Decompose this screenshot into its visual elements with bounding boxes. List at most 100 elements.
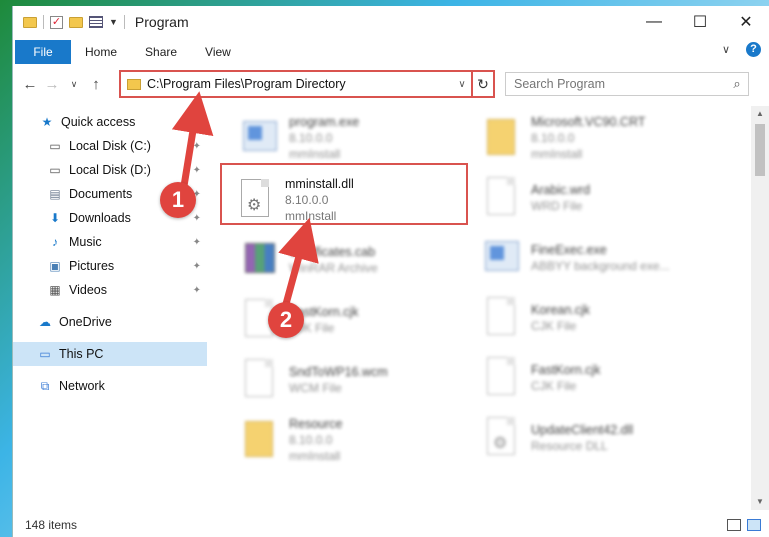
customize-dropdown-icon[interactable]: ▼ <box>109 17 118 27</box>
file-name: Microsoft.VC90.CRT <box>531 115 646 129</box>
file-name: FineExec.exe <box>531 243 607 257</box>
expand-ribbon-icon[interactable]: ∨ <box>722 43 730 56</box>
nav-label: Network <box>59 379 105 393</box>
file-name: Resource <box>289 417 343 431</box>
up-arrow-icon[interactable]: ↑ <box>85 76 107 93</box>
file-name: Korean.cjk <box>531 303 591 317</box>
file-item[interactable]: ⚙ UpdateClient42.dll Resource DLL <box>483 410 723 466</box>
refresh-icon[interactable]: ↻ <box>471 72 493 96</box>
new-folder-icon[interactable] <box>69 16 83 28</box>
forward-arrow-icon[interactable]: → <box>41 76 63 93</box>
pin-icon[interactable]: ✦ <box>193 165 201 176</box>
nav-label: Videos <box>69 283 107 297</box>
file-meta: 8.10.0.0 <box>289 131 333 145</box>
navigation-bar: ← → ∨ ↑ C:\Program Files\Program Directo… <box>13 68 769 100</box>
computer-icon: ▭ <box>39 347 51 361</box>
documents-icon: ▤ <box>49 187 61 201</box>
nav-item-local-disk-c[interactable]: ▭ Local Disk (C:) ✦ <box>13 134 207 158</box>
drive-icon: ▭ <box>49 139 61 153</box>
scroll-thumb[interactable] <box>755 124 765 176</box>
folder-icon <box>483 117 519 159</box>
nav-label: Downloads <box>69 211 131 225</box>
pictures-icon: ▣ <box>49 259 61 273</box>
nav-item-this-pc[interactable]: ▭ This PC <box>13 342 207 366</box>
checkmark-icon[interactable]: ✓ <box>50 15 63 29</box>
file-meta: Resource DLL <box>531 439 608 453</box>
back-arrow-icon[interactable]: ← <box>19 76 41 93</box>
file-name: Arabic.wrd <box>531 183 591 197</box>
nav-label: Quick access <box>61 115 136 129</box>
pin-icon[interactable]: ✦ <box>193 237 201 248</box>
tab-share[interactable]: Share <box>131 45 191 59</box>
address-bar[interactable]: C:\Program Files\Program Directory ∨ ↻ <box>119 70 495 98</box>
file-item[interactable]: FastKorn.cjk CJK File <box>483 350 723 406</box>
nav-label: Music <box>69 235 102 249</box>
nav-label: Local Disk (D:) <box>69 163 151 177</box>
toolbar-separator <box>43 15 44 29</box>
file-item[interactable]: Resource 8.10.0.0 mmInstall <box>241 412 481 468</box>
file-meta: WinRAR Archive <box>289 261 378 275</box>
application-icon <box>483 237 519 279</box>
pin-icon[interactable]: ✦ <box>193 213 201 224</box>
file-highlight-box <box>220 163 468 225</box>
document-icon <box>483 357 519 399</box>
cloud-icon: ☁ <box>39 315 51 329</box>
nav-item-quick-access[interactable]: ★ Quick access <box>13 110 207 134</box>
close-button[interactable]: ✕ <box>723 6 769 38</box>
file-meta: CJK File <box>531 319 577 333</box>
properties-icon[interactable] <box>89 16 103 28</box>
nav-label: OneDrive <box>59 315 112 329</box>
view-switcher <box>727 519 761 531</box>
archive-icon <box>241 239 277 281</box>
file-item[interactable]: program.exe 8.10.0.0 mmInstall <box>241 110 481 166</box>
file-name: FastKorn.cjk <box>531 363 601 377</box>
drive-icon: ▭ <box>49 163 61 177</box>
maximize-button[interactable]: ☐ <box>677 6 723 38</box>
file-meta: CJK File <box>531 379 577 393</box>
help-icon[interactable]: ? <box>746 42 761 57</box>
window-controls: — ☐ ✕ <box>631 6 769 38</box>
ribbon-tabs: File Home Share View ∨ ? <box>13 38 769 66</box>
file-item[interactable]: Certificates.cab WinRAR Archive <box>241 232 481 288</box>
search-icon[interactable]: ⌕ <box>726 76 748 92</box>
minimize-button[interactable]: — <box>631 6 677 38</box>
tab-file[interactable]: File <box>15 40 71 64</box>
tab-view[interactable]: View <box>191 45 245 59</box>
pin-icon[interactable]: ✦ <box>193 285 201 296</box>
pin-icon[interactable]: ✦ <box>193 141 201 152</box>
search-input[interactable] <box>514 77 726 91</box>
file-item[interactable]: Arabic.wrd WRD File <box>483 170 723 226</box>
file-item[interactable]: Korean.cjk CJK File <box>483 290 723 346</box>
file-item[interactable]: SndToWP16.wcm WCM File <box>241 352 481 408</box>
file-item[interactable]: Microsoft.VC90.CRT 8.10.0.0 mmInstall <box>483 110 723 166</box>
file-meta: mmInstall <box>531 147 583 161</box>
network-icon: ⧉ <box>40 378 50 393</box>
toolbar-separator <box>123 15 125 29</box>
file-item[interactable]: FineExec.exe ABBYY background exe... <box>483 230 723 286</box>
address-dropdown-icon[interactable]: ∨ <box>453 79 471 90</box>
nav-item-videos[interactable]: ▦ Videos ✦ <box>13 278 207 302</box>
details-view-icon[interactable] <box>727 519 741 531</box>
scroll-up-icon[interactable]: ▲ <box>751 106 769 122</box>
file-meta: mmInstall <box>289 449 341 463</box>
address-path[interactable]: C:\Program Files\Program Directory <box>147 77 453 91</box>
pin-icon[interactable]: ✦ <box>193 261 201 272</box>
nav-label: Documents <box>69 187 133 201</box>
nav-label: Local Disk (C:) <box>69 139 151 153</box>
large-icons-view-icon[interactable] <box>747 519 761 531</box>
file-name: SndToWP16.wcm <box>289 365 388 379</box>
nav-item-onedrive[interactable]: ☁ OneDrive <box>13 310 207 334</box>
tab-home[interactable]: Home <box>71 45 131 59</box>
nav-item-local-disk-d[interactable]: ▭ Local Disk (D:) ✦ <box>13 158 207 182</box>
scroll-down-icon[interactable]: ▼ <box>751 494 769 510</box>
file-meta: WCM File <box>289 381 342 395</box>
nav-item-music[interactable]: ♪ Music ✦ <box>13 230 207 254</box>
nav-item-network[interactable]: ⧉ Network <box>13 374 207 398</box>
vertical-scrollbar[interactable]: ▲ ▼ <box>751 106 769 510</box>
nav-item-pictures[interactable]: ▣ Pictures ✦ <box>13 254 207 278</box>
search-box[interactable]: ⌕ <box>505 72 749 96</box>
recent-locations-icon[interactable]: ∨ <box>63 79 85 90</box>
file-meta: mmInstall <box>289 147 341 161</box>
folder-icon[interactable] <box>23 16 37 28</box>
folder-icon <box>241 419 277 461</box>
